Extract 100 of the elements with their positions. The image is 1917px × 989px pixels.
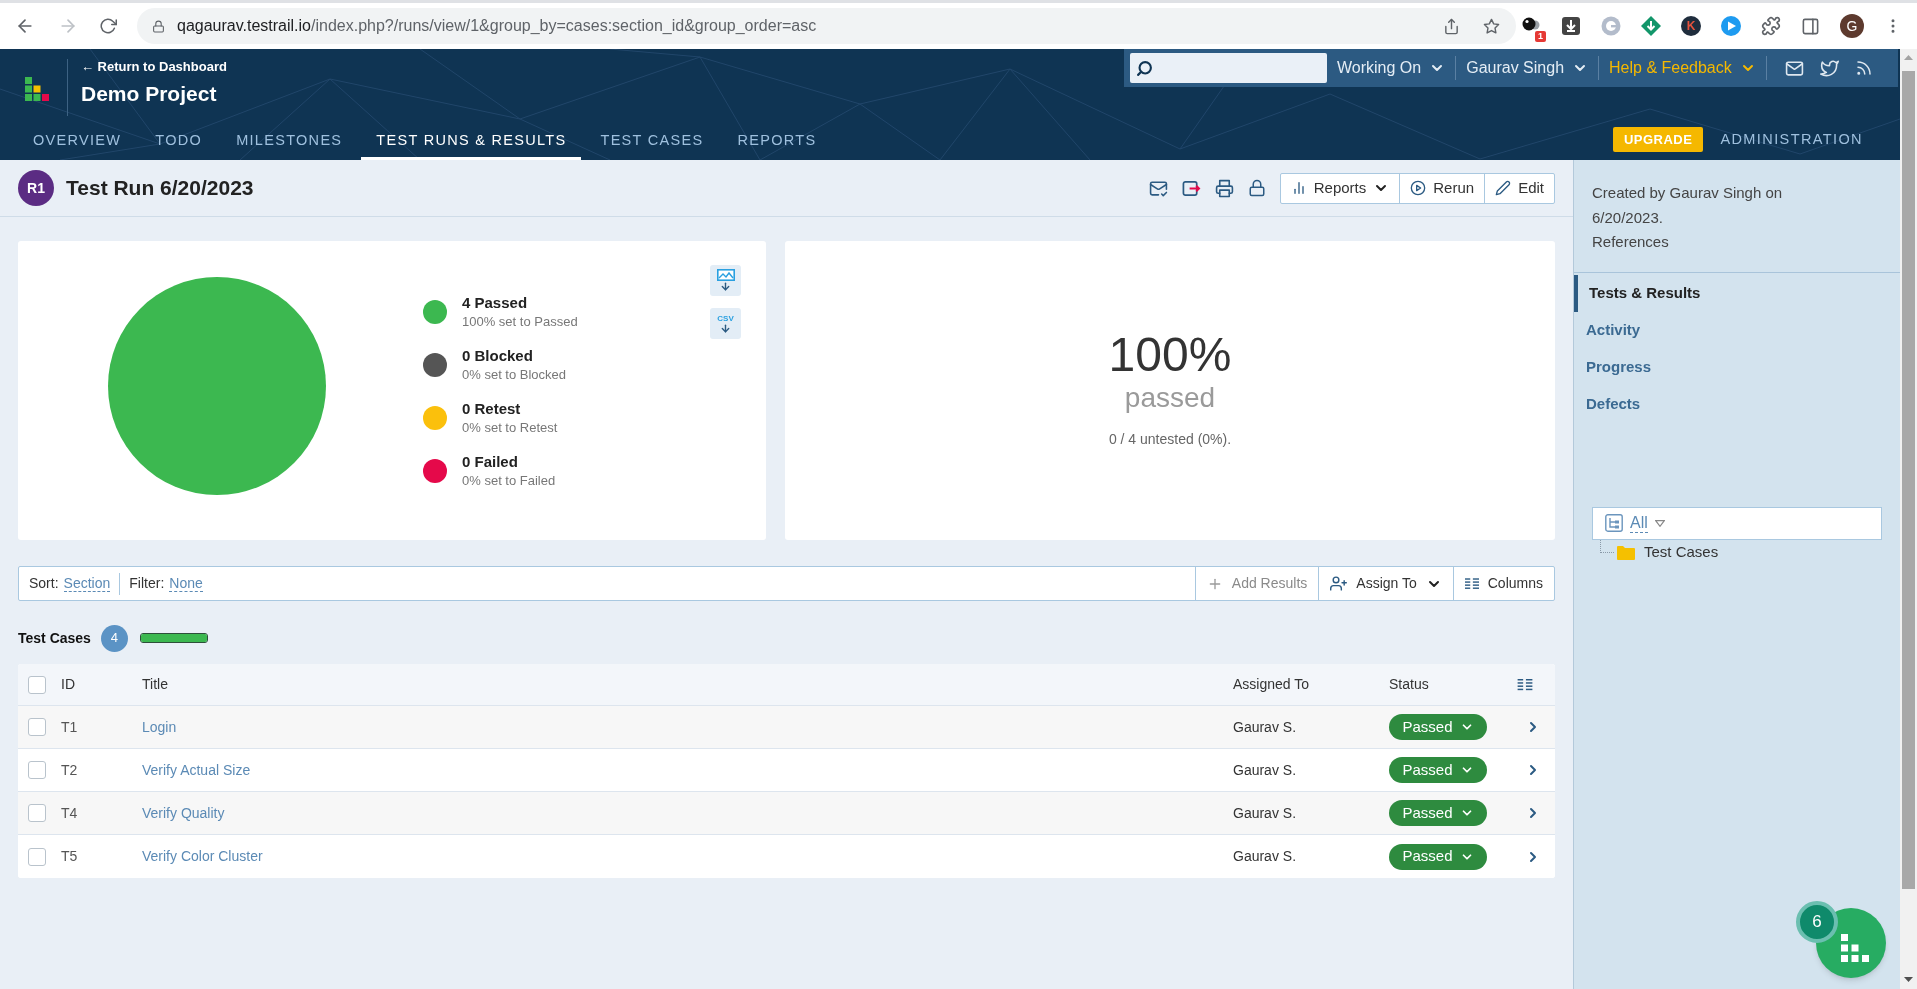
filter-link[interactable]: None (169, 575, 203, 592)
column-header[interactable]: Assigned To (1233, 674, 1389, 695)
assignee: Gaurav S. (1233, 847, 1298, 866)
bookmark-star-icon[interactable] (1483, 17, 1500, 35)
column-header[interactable]: Status (1389, 674, 1517, 695)
checkbox[interactable] (28, 718, 46, 736)
download-extension-icon[interactable] (1561, 16, 1581, 36)
nav-tab[interactable]: MILESTONES (221, 125, 358, 160)
pass-label: passed (1124, 383, 1216, 413)
extension-button[interactable]: K (1681, 16, 1701, 36)
play-extension-icon[interactable] (1721, 16, 1741, 36)
case-id: T1 (61, 717, 79, 737)
tree-node-label[interactable]: Test Cases (1644, 541, 1719, 564)
created-by-text: Created by Gaurav Singh on 6/20/2023. (1592, 183, 1784, 228)
nav-tab[interactable]: REPORTS (722, 125, 832, 160)
sort-link[interactable]: Section (63, 575, 111, 592)
share-icon[interactable] (1443, 17, 1460, 35)
menu-dropdown[interactable]: Help & Feedback (1599, 56, 1766, 80)
logo-icon[interactable] (25, 77, 49, 101)
legend-title: 0 Blocked (462, 346, 534, 366)
legend-title: 0 Retest (462, 399, 522, 419)
legend-title: 4 Passed (462, 293, 529, 313)
sidebar-nav-item[interactable]: Activity (1574, 311, 1900, 349)
side-panel-icon[interactable] (1801, 16, 1820, 36)
notification-badge[interactable]: 6 (1796, 901, 1838, 943)
url-text[interactable]: qagaurav.testrail.io/index.php?/runs/view/1&group_by=cases:section_id&group_order=asc (177, 14, 817, 38)
caret-down-icon[interactable] (1654, 519, 1665, 527)
run-action-button[interactable]: Rerun (1399, 173, 1485, 203)
case-title-link[interactable]: Login (142, 716, 177, 738)
status-dropdown[interactable]: Passed (1389, 800, 1487, 826)
run-action-button[interactable]: Edit (1484, 173, 1554, 203)
mail-check-icon[interactable] (1148, 178, 1168, 198)
return-to-dashboard-link[interactable]: ← Return to Dashboard (81, 59, 227, 75)
menu-dropdown[interactable]: Working On (1327, 56, 1456, 80)
user-plus-icon (1330, 575, 1348, 592)
search-icon (1136, 59, 1153, 77)
sort-label: Sort: (29, 574, 59, 593)
legend-subtitle: 0% set to Retest (462, 419, 558, 436)
vertical-scrollbar[interactable] (1900, 49, 1917, 989)
checkbox[interactable] (28, 675, 46, 694)
case-id: T2 (61, 760, 79, 780)
extension-badge: 1 (1535, 31, 1546, 42)
legend-subtitle: 100% set to Passed (462, 313, 578, 330)
section-title: Test Cases (18, 628, 91, 648)
grid-steps-icon (1841, 934, 1869, 962)
references-label: References (1592, 232, 1670, 252)
status-dropdown[interactable]: Passed (1389, 757, 1487, 783)
reload-icon[interactable] (99, 17, 117, 35)
menu-dropdown[interactable]: Gaurav Singh (1456, 56, 1599, 80)
checkbox[interactable] (28, 804, 46, 822)
puzzle-icon[interactable] (1761, 16, 1781, 36)
columns-icon (1517, 678, 1533, 691)
filter-label: Filter: (129, 574, 165, 593)
status-dropdown[interactable]: Passed (1389, 843, 1487, 870)
nav-tab[interactable]: TEST CASES (585, 125, 719, 160)
status-dropdown[interactable]: Passed (1389, 714, 1487, 740)
assignee: Gaurav S. (1233, 717, 1298, 737)
search-field[interactable] (1130, 53, 1327, 83)
play-circle-icon (1410, 180, 1427, 196)
toolbar-button[interactable]: Columns (1452, 567, 1554, 600)
mail-icon[interactable] (1784, 58, 1804, 78)
lock-icon[interactable] (1247, 179, 1266, 197)
case-title-link[interactable]: Verify Quality (142, 802, 225, 824)
profile-avatar[interactable]: G (1840, 14, 1864, 38)
checkbox[interactable] (28, 761, 46, 779)
sidebar-nav-item[interactable]: Defects (1574, 385, 1900, 423)
run-title: Test Run 6/20/2023 (66, 175, 254, 202)
address-bar[interactable]: qagaurav.testrail.io/index.php?/runs/view/1&group_by=cases:section_id&group_order=asc (137, 8, 1516, 44)
arrow-down-icon (720, 322, 731, 334)
folder-icon (1617, 545, 1635, 560)
toolbar-button[interactable]: Assign To (1318, 567, 1453, 600)
nav-tab[interactable]: OVERVIEW (18, 125, 137, 160)
case-title-link[interactable]: Verify Color Cluster (142, 846, 263, 867)
administration-link[interactable]: ADMINISTRATION (1720, 128, 1863, 151)
nav-tab[interactable]: TODO (140, 125, 218, 160)
printer-icon[interactable] (1214, 178, 1234, 198)
run-badge: R1 (18, 170, 54, 206)
tree-filter-link[interactable]: All (1630, 513, 1648, 533)
pass-percentage: 100% (1108, 327, 1232, 383)
export-icon[interactable] (1181, 178, 1201, 198)
diamond-extension-icon[interactable] (1641, 16, 1661, 36)
arrow-down-icon (720, 281, 731, 292)
project-title: Demo Project (81, 81, 218, 107)
chart-image-icon (716, 269, 735, 281)
tree-structure-icon (1605, 514, 1623, 532)
tree-filter-field[interactable]: All (1592, 506, 1882, 540)
legend-subtitle: 0% set to Blocked (462, 366, 567, 383)
column-header[interactable]: ID (61, 674, 142, 695)
assignee: Gaurav S. (1233, 803, 1298, 823)
twitter-bird-icon[interactable] (1819, 58, 1839, 78)
columns-icon (1464, 577, 1479, 590)
chart-download-button[interactable] (710, 265, 741, 296)
column-header[interactable]: Title (142, 674, 1233, 695)
legend-subtitle: 0% set to Failed (462, 472, 556, 489)
case-title-link[interactable]: Verify Actual Size (142, 759, 251, 781)
case-id: T4 (61, 803, 79, 823)
checkbox[interactable] (28, 847, 46, 866)
rss-feed-icon[interactable] (1854, 59, 1873, 77)
sidebar-nav-item[interactable]: Progress (1574, 348, 1900, 386)
run-action-button[interactable]: Reports (1280, 173, 1400, 203)
